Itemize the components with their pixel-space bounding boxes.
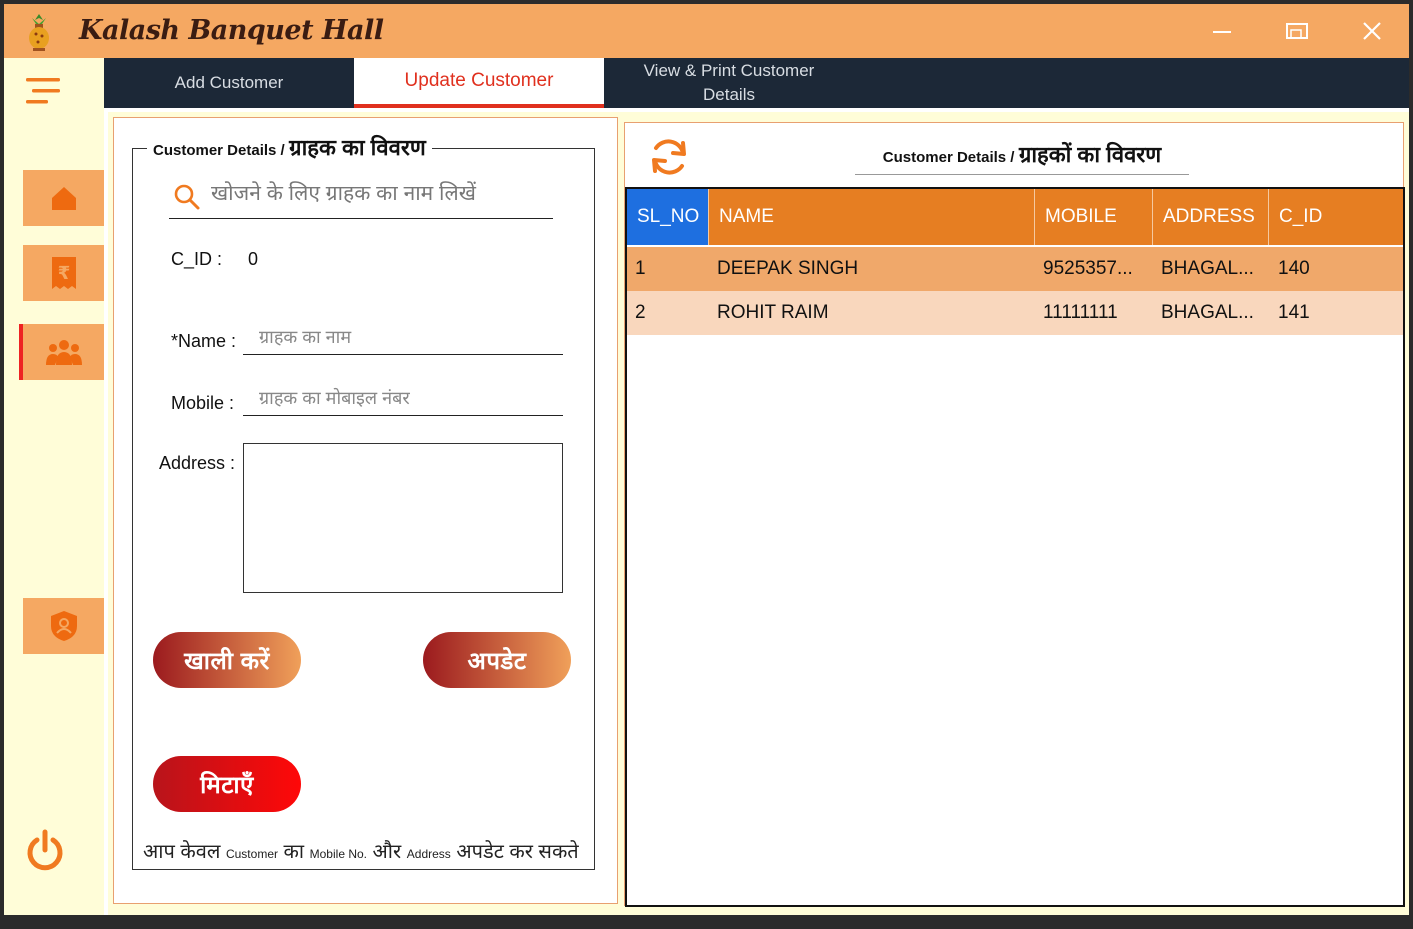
cell-mobile: 9525357... [1043, 258, 1133, 279]
column-header-cid[interactable]: C_ID [1269, 189, 1403, 245]
close-icon[interactable] [1357, 16, 1387, 46]
cell-cid: 140 [1278, 258, 1310, 279]
note-part: Mobile No. [309, 847, 367, 861]
tab-bar: Add Customer Update Customer View & Prin… [104, 58, 1409, 108]
address-label: Address : [159, 453, 236, 473]
maximize-icon[interactable] [1282, 16, 1312, 46]
search-icon [174, 184, 200, 210]
legend-english: Customer Details / [153, 142, 285, 159]
table-row[interactable]: 1 DEEPAK SINGH 9525357... BHAGAL... 140 [627, 247, 1403, 291]
note-part: आप केवल [143, 841, 226, 863]
svg-text:₹: ₹ [57, 263, 70, 284]
app-window: Kalash Banquet Hall ₹ Add Customer Updat… [4, 4, 1409, 915]
update-button[interactable]: अपडेट [423, 632, 571, 688]
delete-button[interactable]: मिटाएँ [153, 756, 301, 812]
customer-list-panel: Customer Details / ग्राहकों का विवरण SL_… [624, 122, 1405, 907]
column-header-sl-no[interactable]: SL_NO [627, 189, 709, 245]
note-part: अपडेट कर सकते [450, 841, 579, 863]
app-title: Kalash Banquet Hall [79, 15, 384, 46]
form-legend: Customer Details / ग्राहक का विवरण [147, 132, 432, 162]
delete-button-label: मिटाएँ [200, 771, 254, 799]
cell-address: BHAGAL... [1161, 302, 1254, 323]
name-placeholder: ग्राहक का नाम [259, 327, 352, 347]
mobile-input[interactable]: ग्राहक का मोबाइल नंबर [243, 380, 563, 416]
rupee-receipt-icon: ₹ [51, 257, 76, 289]
cell-mobile: 11111111 [1043, 302, 1118, 323]
sidebar-item-billing[interactable]: ₹ [23, 245, 104, 301]
customer-details-group: Customer Details / ग्राहक का विवरण खोजने… [132, 132, 595, 870]
tab-view-print-customer[interactable]: View & Print Customer Details [604, 58, 854, 108]
tab-label: Update Customer [404, 70, 554, 91]
mobile-placeholder: ग्राहक का मोबाइल नंबर [259, 388, 410, 408]
table-title: Customer Details / ग्राहकों का विवरण [855, 139, 1189, 175]
tab-update-customer[interactable]: Update Customer [354, 58, 604, 108]
cid-value: 0 [248, 249, 259, 269]
customer-table[interactable]: SL_NO NAME MOBILE ADDRESS C_ID 1 DEEPAK … [625, 187, 1405, 907]
tab-label-line1: View & Print Customer [643, 61, 815, 80]
cell-name: DEEPAK SINGH [717, 258, 859, 279]
cid-label: C_ID : [171, 249, 223, 269]
note-part: Customer [225, 847, 278, 861]
customer-form-panel: Customer Details / ग्राहक का विवरण खोजने… [113, 117, 618, 904]
column-header-name[interactable]: NAME [709, 189, 1035, 245]
table-header: SL_NO NAME MOBILE ADDRESS C_ID [627, 189, 1403, 245]
customers-icon [45, 340, 82, 365]
home-icon [51, 187, 76, 210]
note-part: और [367, 841, 407, 863]
sidebar: ₹ [4, 58, 104, 915]
column-header-address[interactable]: ADDRESS [1153, 189, 1269, 245]
kalash-logo-icon [29, 14, 49, 51]
cell-sl-no: 1 [635, 258, 646, 279]
admin-shield-icon [50, 611, 77, 641]
cell-name: ROHIT RAIM [717, 302, 829, 323]
tab-label: Add Customer [174, 73, 284, 92]
sidebar-item-admin[interactable] [23, 598, 104, 654]
update-note: आप केवल Customer का Mobile No. और Addres… [143, 837, 579, 864]
cell-address: BHAGAL... [1161, 258, 1254, 279]
search-placeholder: खोजने के लिए ग्राहक का नाम लिखें [211, 182, 476, 205]
legend-hindi: ग्राहक का विवरण [289, 135, 426, 160]
table-title-hindi: ग्राहकों का विवरण [1018, 142, 1162, 167]
minimize-icon[interactable] [1207, 16, 1237, 46]
table-row[interactable]: 2 ROHIT RAIM 11111111 BHAGAL... 141 [627, 291, 1403, 335]
refresh-icon[interactable] [647, 135, 691, 179]
cell-cid: 141 [1278, 302, 1310, 323]
clear-button[interactable]: खाली करें [153, 632, 301, 688]
hamburger-menu-icon[interactable] [26, 76, 62, 106]
cell-sl-no: 2 [635, 302, 646, 323]
note-part: Address [406, 847, 451, 861]
name-input[interactable]: ग्राहक का नाम [243, 319, 563, 355]
name-label: *Name : [171, 331, 237, 351]
update-button-label: अपडेट [467, 647, 527, 675]
sidebar-item-home[interactable] [23, 170, 104, 226]
note-part: का [277, 841, 310, 863]
column-header-mobile[interactable]: MOBILE [1035, 189, 1153, 245]
title-bar: Kalash Banquet Hall [4, 4, 1409, 58]
mobile-label: Mobile : [171, 393, 235, 413]
tab-label-line2: Details [703, 85, 755, 104]
tab-add-customer[interactable]: Add Customer [104, 58, 354, 108]
main-content: Customer Details / ग्राहक का विवरण खोजने… [108, 112, 1409, 915]
sidebar-item-customers[interactable] [19, 324, 104, 380]
clear-button-label: खाली करें [184, 647, 270, 675]
power-icon[interactable] [24, 828, 66, 874]
address-textarea[interactable] [243, 443, 563, 593]
table-title-english: Customer Details / [882, 149, 1015, 166]
customer-search-input[interactable]: खोजने के लिए ग्राहक का नाम लिखें [169, 171, 553, 219]
